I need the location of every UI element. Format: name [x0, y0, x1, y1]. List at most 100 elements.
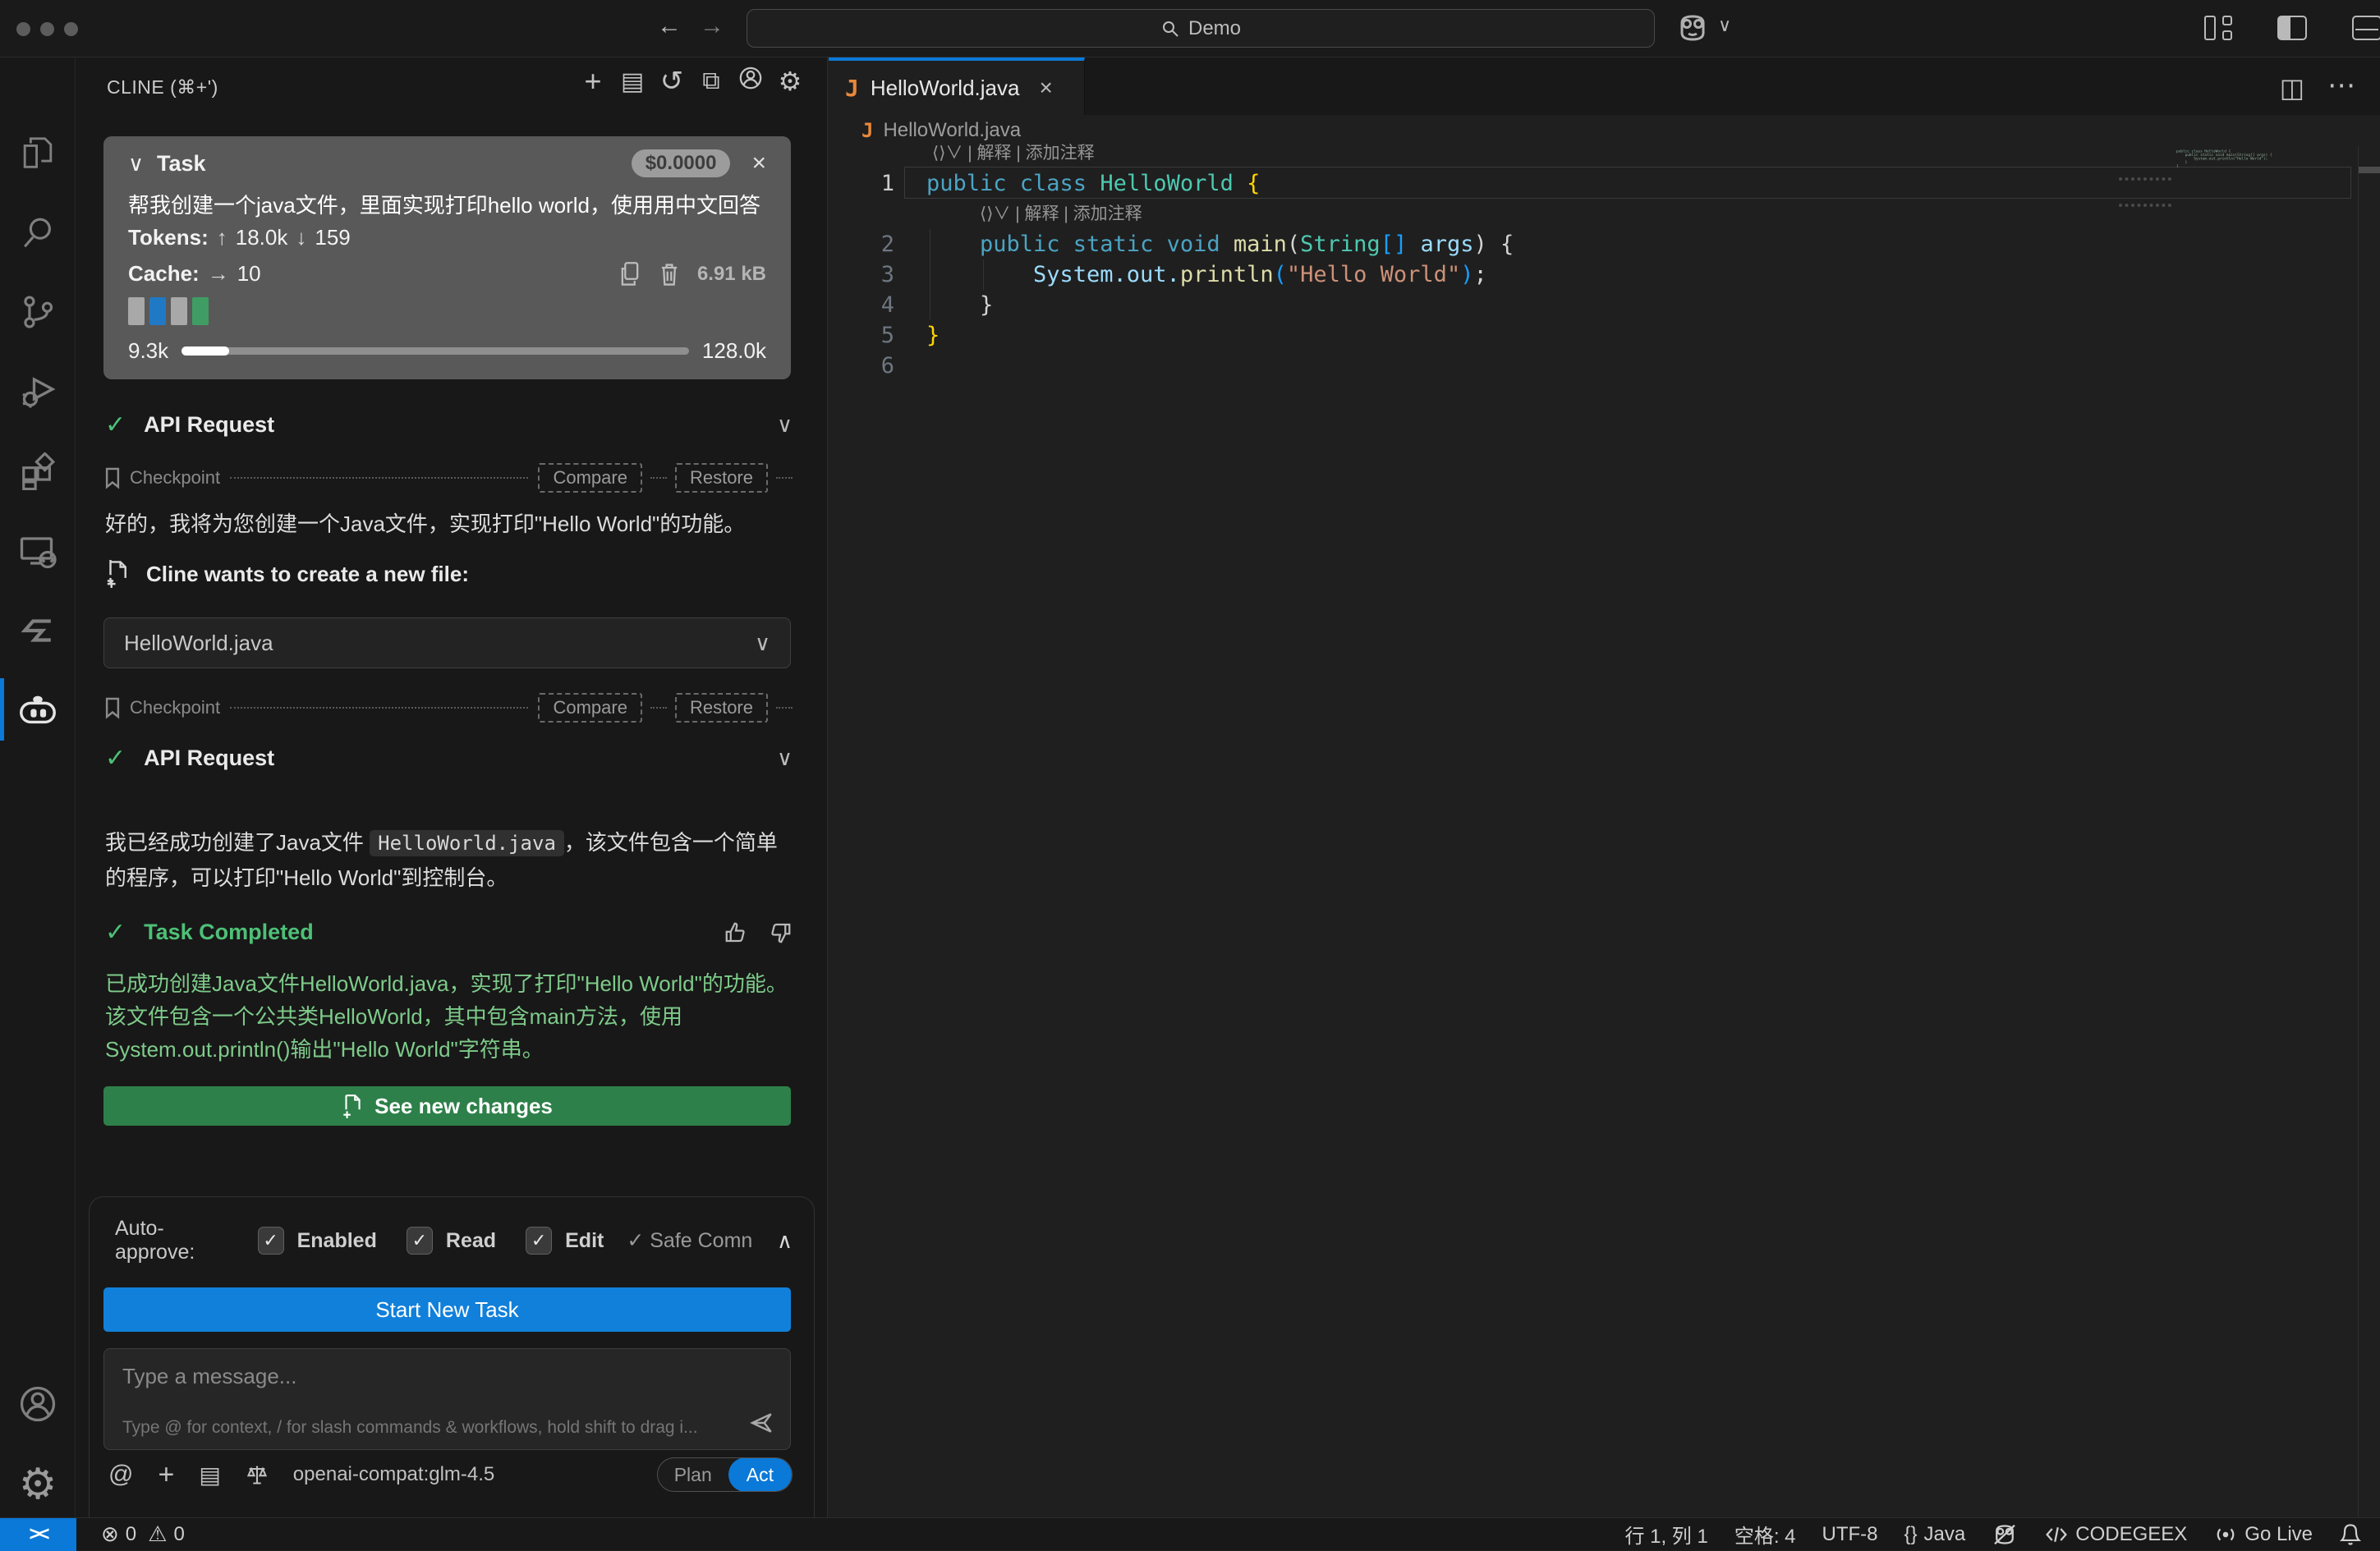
- cache-value: 10: [237, 261, 261, 287]
- sidebar-item-search[interactable]: [0, 196, 76, 268]
- back-icon[interactable]: ←: [657, 12, 682, 40]
- collapse-task-icon[interactable]: ∨: [128, 151, 144, 177]
- sidebar-item-source-control[interactable]: [0, 276, 76, 348]
- encoding-status[interactable]: UTF-8: [1809, 1518, 1891, 1551]
- plan-act-toggle[interactable]: Plan Act: [657, 1457, 793, 1492]
- codelens-row[interactable]: ⟨⟩∨ | 解释 | 添加注释: [980, 199, 1142, 229]
- close-task-icon[interactable]: ×: [751, 149, 766, 177]
- codegeex-lens-icon: ⟨⟩∨: [980, 204, 1010, 223]
- trash-icon[interactable]: [658, 261, 681, 287]
- open-in-editor-icon[interactable]: ⧉: [693, 67, 729, 95]
- chevron-down-icon[interactable]: ∨: [777, 746, 793, 771]
- overview-ruler-border: [2358, 146, 2359, 1517]
- task-actions: 6.91 kB: [618, 261, 766, 287]
- overview-ruler-marker: [2359, 167, 2380, 173]
- toggle-primary-sidebar-icon[interactable]: [2277, 16, 2307, 40]
- copy-icon[interactable]: [618, 261, 641, 287]
- history-icon[interactable]: ↺: [654, 65, 690, 98]
- indentation-status[interactable]: 空格: 4: [1721, 1518, 1809, 1551]
- account-icon: [18, 1384, 57, 1424]
- java-file-icon: J: [845, 75, 859, 102]
- close-tab-icon[interactable]: ×: [1039, 75, 1052, 101]
- settings-gear-icon[interactable]: ⚙: [0, 1448, 76, 1521]
- customize-layout-icon[interactable]: [2204, 16, 2234, 40]
- sidebar-item-run-debug[interactable]: [0, 356, 76, 428]
- minimap[interactable]: public class HelloWorld { public static …: [2176, 149, 2272, 167]
- checkbox-enabled[interactable]: ✓: [258, 1227, 284, 1255]
- command-center-search[interactable]: Demo: [747, 9, 1655, 48]
- account-icon[interactable]: [733, 66, 769, 97]
- codelens-actions[interactable]: | 解释 | 添加注释: [967, 144, 1094, 163]
- act-mode-button[interactable]: Act: [728, 1457, 792, 1492]
- thumbs-up-icon[interactable]: [724, 920, 748, 945]
- sidebar-item-explorer[interactable]: [0, 117, 76, 189]
- accounts-icon[interactable]: [0, 1368, 76, 1440]
- sidebar-item-extensions[interactable]: [0, 435, 76, 507]
- minimize-window-icon[interactable]: [40, 22, 54, 36]
- auto-approve-row[interactable]: Auto-approve: ✓ Enabled ✓ Read ✓ Edit ✓ …: [105, 1217, 793, 1264]
- task-completed-row: ✓ Task Completed: [105, 918, 793, 947]
- sidebar-item-remote-explorer[interactable]: [0, 515, 76, 587]
- checkbox-edit[interactable]: ✓: [526, 1227, 552, 1255]
- checkbox-read[interactable]: ✓: [407, 1227, 433, 1255]
- codelens-row[interactable]: ⟨⟩∨ | 解释 | 添加注释: [932, 138, 1095, 168]
- explorer-icon: [19, 134, 57, 172]
- chevron-down-icon[interactable]: ∨: [777, 412, 793, 438]
- see-new-changes-button[interactable]: See new changes: [103, 1086, 791, 1126]
- remote-indicator[interactable]: ><: [0, 1518, 76, 1551]
- start-new-task-button[interactable]: Start New Task: [103, 1287, 791, 1332]
- compare-button[interactable]: Compare: [538, 693, 641, 723]
- message-input[interactable]: Type a message... Type @ for context, / …: [103, 1348, 791, 1450]
- codelens-actions[interactable]: | 解释 | 添加注释: [1015, 204, 1142, 223]
- maximize-window-icon[interactable]: [64, 22, 78, 36]
- restore-button[interactable]: Restore: [675, 693, 768, 723]
- copilot-status[interactable]: [1978, 1518, 2031, 1551]
- forward-icon[interactable]: →: [700, 12, 724, 40]
- code-line-2[interactable]: public static void main(String[] args) {: [980, 229, 1514, 259]
- copilot-icon[interactable]: [1675, 11, 1710, 44]
- chevron-up-icon[interactable]: ∧: [777, 1228, 793, 1254]
- task-text[interactable]: 帮我创建一个java文件，里面实现打印hello world，使用用中文回答: [128, 189, 769, 219]
- file-dropdown[interactable]: HelloWorld.java ∨: [103, 617, 791, 668]
- close-window-icon[interactable]: [16, 22, 30, 36]
- indent-guide: [983, 259, 984, 290]
- api-provider-icon[interactable]: [246, 1462, 269, 1487]
- settings-gear-icon[interactable]: ⚙: [772, 66, 808, 97]
- add-context-icon[interactable]: +: [158, 1459, 174, 1491]
- cache-label: Cache:: [128, 261, 200, 287]
- split-editor-icon[interactable]: ◫: [2280, 72, 2304, 103]
- plan-mode-button[interactable]: Plan: [658, 1464, 728, 1486]
- traffic-lights[interactable]: [16, 22, 88, 40]
- codegeex-status[interactable]: CODEGEEX: [2031, 1518, 2200, 1551]
- mention-icon[interactable]: @: [108, 1461, 133, 1489]
- problems-status[interactable]: ⊗ 0 ⚠ 0: [88, 1518, 198, 1551]
- send-icon[interactable]: [749, 1410, 775, 1436]
- tab-helloworld-java[interactable]: J HelloWorld.java ×: [829, 57, 1085, 115]
- mcp-servers-icon[interactable]: ▤: [614, 67, 650, 96]
- editor-actions-more-icon[interactable]: ⋯: [2327, 69, 2355, 102]
- rules-icon[interactable]: ▤: [199, 1462, 220, 1489]
- copilot-chevron-icon[interactable]: ∨: [1718, 15, 1731, 36]
- go-live-status[interactable]: Go Live: [2200, 1518, 2326, 1551]
- context-progress-fill: [181, 346, 229, 356]
- compare-button[interactable]: Compare: [538, 463, 641, 493]
- restore-button[interactable]: Restore: [675, 463, 768, 493]
- code-line-1[interactable]: public class HelloWorld {: [926, 168, 1260, 199]
- cursor-position-status[interactable]: 行 1, 列 1: [1611, 1518, 1721, 1551]
- task-header[interactable]: ∨ Task $0.0000 ×: [128, 149, 766, 177]
- sidebar-item-codegeex[interactable]: [0, 594, 76, 667]
- context-progressbar: [181, 347, 689, 355]
- sidebar-item-cline[interactable]: [0, 674, 76, 746]
- new-task-icon[interactable]: +: [575, 64, 611, 99]
- warning-icon: ⚠: [148, 1521, 167, 1547]
- code-line-5[interactable]: }: [926, 320, 940, 351]
- thumbs-down-icon[interactable]: [768, 920, 793, 945]
- code-line-4[interactable]: }: [980, 290, 993, 320]
- language-mode-status[interactable]: {} Java: [1891, 1518, 1979, 1551]
- toggle-panel-icon[interactable]: [2352, 16, 2380, 40]
- model-label[interactable]: openai-compat:glm-4.5: [293, 1463, 494, 1486]
- notifications-status[interactable]: [2326, 1518, 2380, 1551]
- code-line-3[interactable]: System.out.println("Hello World");: [1033, 259, 1487, 290]
- api-request-row[interactable]: ✓ API Request ∨: [105, 411, 793, 439]
- api-request-row[interactable]: ✓ API Request ∨: [105, 744, 793, 773]
